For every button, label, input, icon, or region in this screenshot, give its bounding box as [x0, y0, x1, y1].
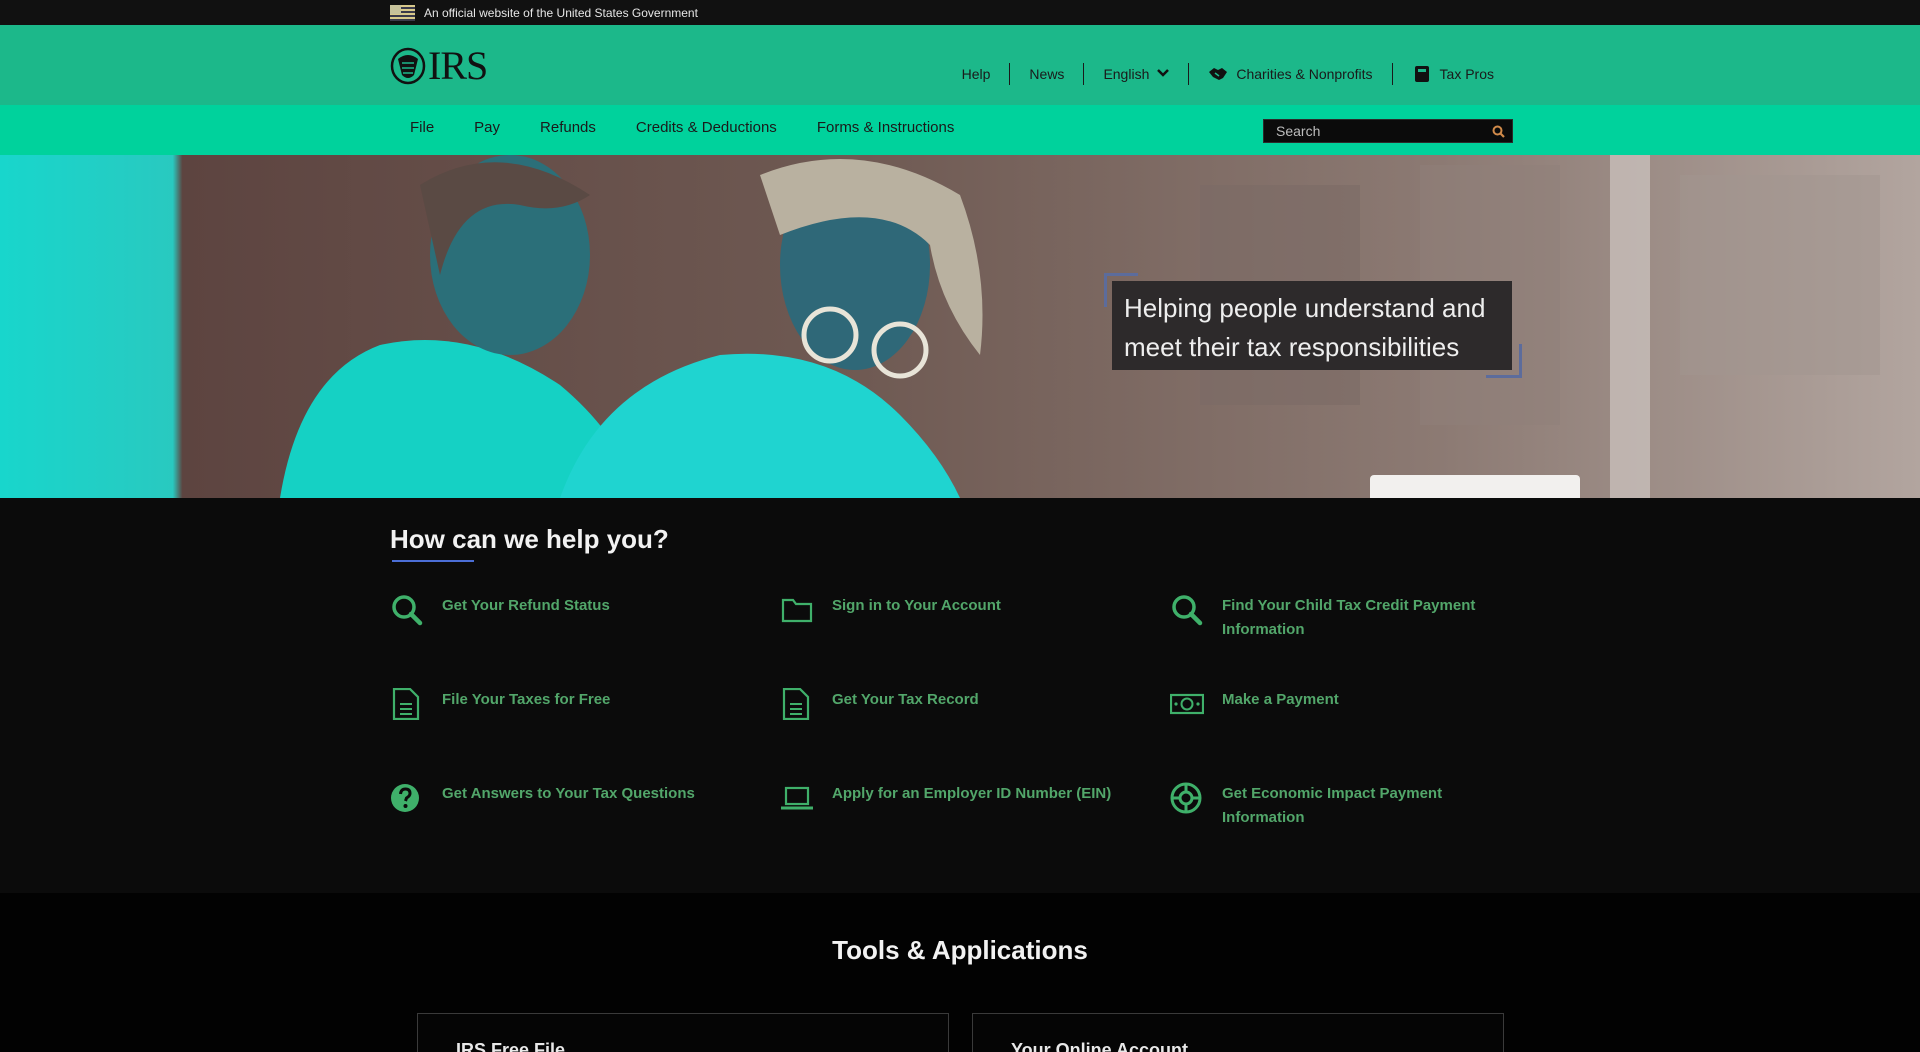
file-free-link[interactable]: File Your Taxes for Free: [390, 688, 722, 720]
search-button[interactable]: [1484, 120, 1512, 142]
make-payment-link[interactable]: Make a Payment: [1170, 688, 1502, 720]
chevron-down-icon: [1157, 69, 1170, 77]
document-icon: [392, 688, 420, 720]
tool-card-free-file[interactable]: IRS Free File: [417, 1013, 949, 1052]
question-icon: [391, 784, 419, 812]
ein-label: Apply for an Employer ID Number (EIN): [832, 785, 1112, 802]
eagle-logo-icon: [390, 47, 426, 85]
child-tax-credit-label: Find Your Child Tax Credit Payment Infor…: [1222, 597, 1476, 638]
hero-banner: Helping people understand and meet their…: [0, 155, 1920, 498]
irs-logo[interactable]: IRS: [390, 43, 488, 88]
file-free-label: File Your Taxes for Free: [442, 691, 611, 708]
sign-in-link[interactable]: Sign in to Your Account: [780, 594, 1112, 626]
site-header: IRS Help News English Charities & Nonpro…: [0, 25, 1920, 105]
tax-record-link[interactable]: Get Your Tax Record: [780, 688, 1112, 720]
util-charities-link[interactable]: Charities & Nonprofits: [1188, 63, 1391, 85]
hero-photo: [0, 155, 1920, 498]
main-nav: File Pay Refunds Credits & Deductions Fo…: [0, 105, 1920, 155]
make-payment-label: Make a Payment: [1222, 691, 1339, 708]
tool-card-label: IRS Free File: [456, 1040, 566, 1052]
search-icon: [1172, 595, 1203, 626]
hero-caption-line1: Helping people understand and: [1124, 293, 1486, 323]
laptop-icon: [781, 786, 813, 810]
book-icon: [1414, 66, 1429, 82]
sign-in-label: Sign in to Your Account: [832, 597, 1001, 614]
document-icon: [782, 688, 810, 720]
title-underline: [392, 560, 474, 562]
tool-card-online-account[interactable]: Your Online Account: [972, 1013, 1504, 1052]
folder-icon: [781, 598, 813, 623]
nav-refunds[interactable]: Refunds: [520, 119, 616, 136]
search-input[interactable]: [1264, 120, 1484, 142]
util-charities-label: Charities & Nonprofits: [1236, 66, 1373, 82]
util-help-label: Help: [961, 66, 991, 82]
money-icon: [1170, 693, 1204, 715]
util-taxpros-link[interactable]: Tax Pros: [1391, 63, 1513, 85]
tool-card-label: Your Online Account: [1011, 1040, 1189, 1052]
search-box: [1263, 119, 1513, 143]
util-news-label: News: [1029, 66, 1065, 82]
search-icon: [1492, 125, 1505, 138]
util-news-link[interactable]: News: [1009, 63, 1083, 85]
language-dropdown[interactable]: English: [1083, 63, 1188, 85]
us-flag-icon: [390, 4, 415, 21]
tax-questions-label: Get Answers to Your Tax Questions: [442, 785, 695, 802]
help-section: How can we help you? Get Your Refund Sta…: [0, 498, 1920, 893]
child-tax-credit-link[interactable]: Find Your Child Tax Credit Payment Infor…: [1170, 594, 1502, 642]
nav-forms-instructions[interactable]: Forms & Instructions: [797, 119, 975, 136]
refund-status-link[interactable]: Get Your Refund Status: [390, 594, 722, 626]
economic-impact-link[interactable]: Get Economic Impact Payment Information: [1170, 782, 1502, 830]
logo-text: IRS: [428, 43, 488, 88]
lifebuoy-icon: [1170, 782, 1202, 814]
handshake-icon: [1209, 68, 1228, 80]
search-icon: [392, 595, 423, 626]
gov-banner: An official website of the United States…: [0, 0, 1920, 25]
bracket-decoration: [1486, 344, 1522, 378]
economic-impact-label: Get Economic Impact Payment Information: [1222, 785, 1443, 826]
tax-record-label: Get Your Tax Record: [832, 691, 979, 708]
tax-questions-link[interactable]: Get Answers to Your Tax Questions: [390, 782, 722, 814]
refund-status-label: Get Your Refund Status: [442, 597, 610, 614]
nav-pay[interactable]: Pay: [454, 119, 520, 136]
nav-file[interactable]: File: [390, 119, 454, 136]
util-help-link[interactable]: Help: [943, 63, 1010, 85]
help-title: How can we help you?: [390, 524, 669, 554]
ein-link[interactable]: Apply for an Employer ID Number (EIN): [780, 782, 1132, 814]
utility-nav: Help News English Charities & Nonprofits…: [943, 63, 1513, 85]
gov-banner-text: An official website of the United States…: [424, 5, 698, 20]
tools-section: Tools & Applications IRS Free File Your …: [0, 893, 1920, 1052]
nav-credits-deductions[interactable]: Credits & Deductions: [616, 119, 797, 136]
tools-title: Tools & Applications: [832, 935, 1088, 965]
language-label: English: [1103, 66, 1150, 82]
util-taxpros-label: Tax Pros: [1439, 66, 1494, 82]
hero-caption-line2: meet their tax responsibilities: [1124, 332, 1460, 362]
